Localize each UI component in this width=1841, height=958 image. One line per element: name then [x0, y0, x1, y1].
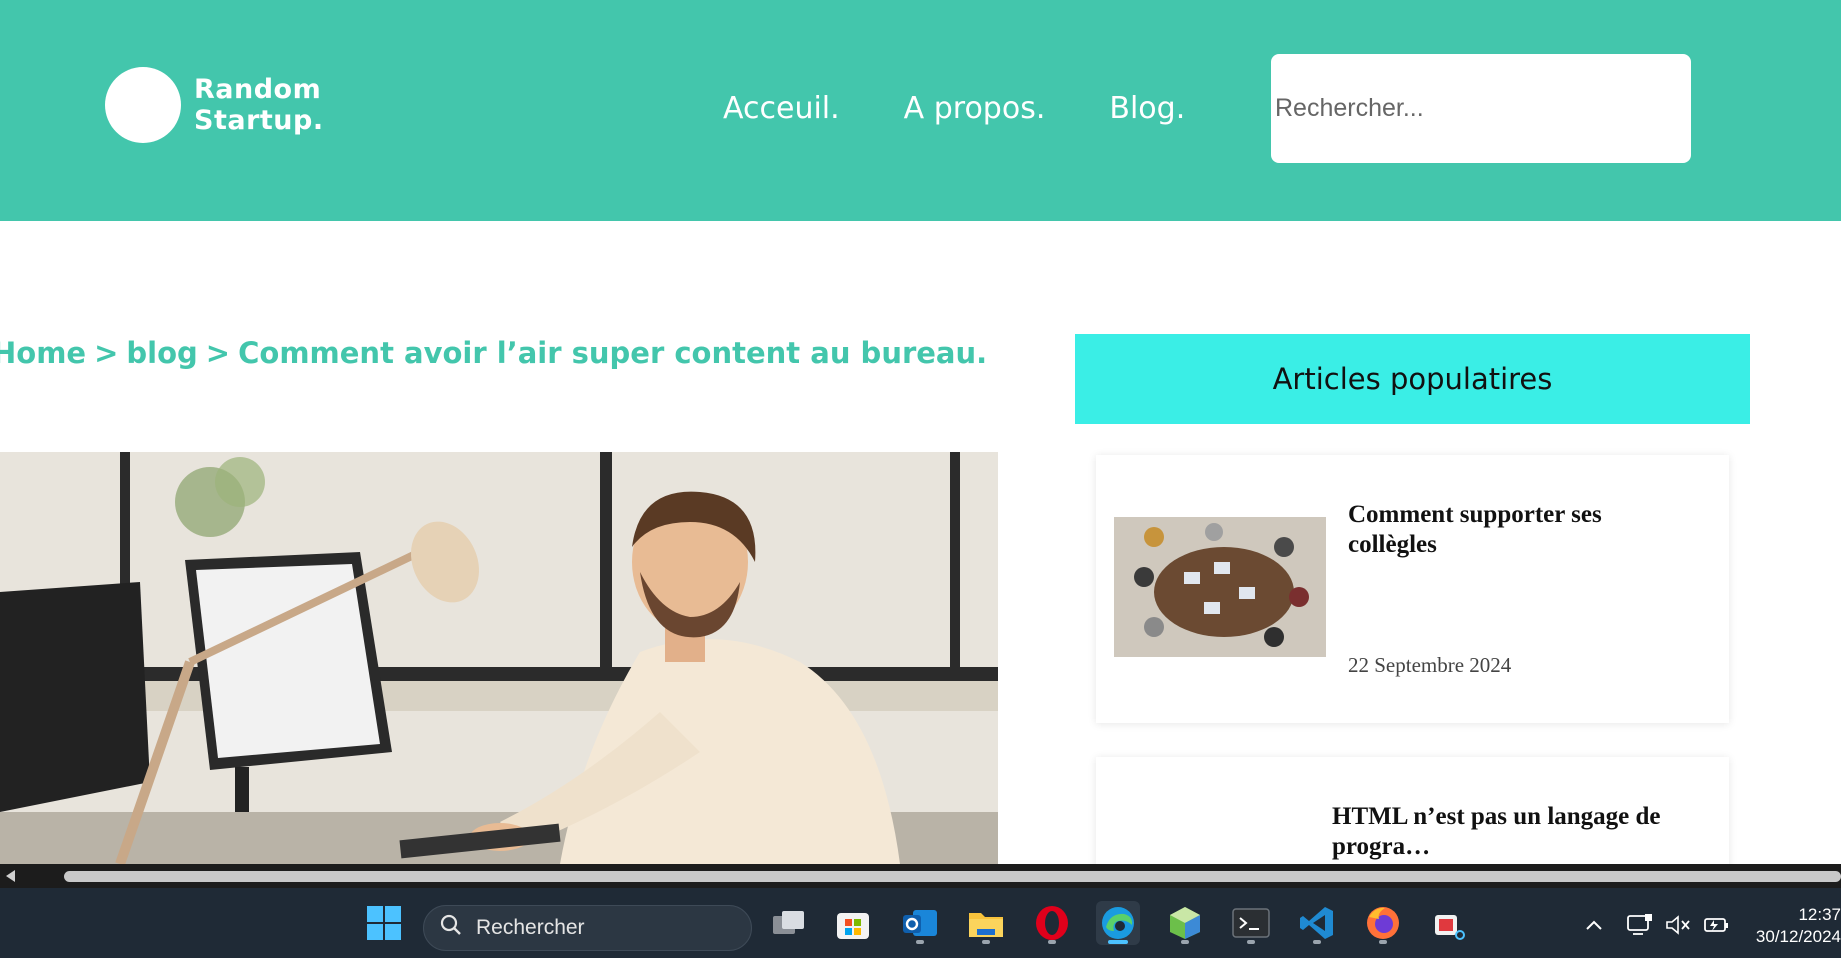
article-hero-image: [0, 452, 998, 864]
vscode-icon[interactable]: [1295, 901, 1339, 945]
show-hidden-icons-chevron-up-icon[interactable]: [1580, 910, 1608, 940]
breadcrumb-current-page: Comment avoir l’air super content au bur…: [238, 336, 988, 370]
outlook-icon[interactable]: [898, 901, 942, 945]
browser-page: Random Startup. Acceuil. A propos. Blog.…: [0, 0, 1841, 958]
search-input[interactable]: [1271, 54, 1691, 163]
running-indicator: [1379, 940, 1387, 944]
edge-icon[interactable]: [1096, 901, 1140, 945]
volume-muted-icon[interactable]: [1663, 910, 1693, 940]
breadcrumb-separator: >: [94, 336, 119, 370]
scroll-left-arrow-icon[interactable]: [6, 870, 15, 882]
search-icon: [440, 914, 462, 942]
running-indicator: [1247, 940, 1255, 944]
scrollbar-thumb[interactable]: [64, 871, 1841, 882]
breadcrumb-blog-link[interactable]: blog: [126, 336, 197, 370]
popular-articles-heading: Articles populatires: [1075, 334, 1750, 424]
nav-link-blog[interactable]: Blog.: [1109, 91, 1185, 126]
taskbar-search-label: Rechercher: [476, 916, 585, 939]
taskbar-search[interactable]: Rechercher: [423, 905, 752, 951]
breadcrumb-home-link[interactable]: Home: [0, 336, 86, 370]
logo-line-2: Startup.: [194, 105, 324, 136]
logo-text: Random Startup.: [194, 74, 324, 136]
windows-start-icon[interactable]: [362, 901, 406, 945]
battery-charging-icon[interactable]: [1700, 910, 1732, 940]
main-nav: Acceuil. A propos. Blog.: [723, 91, 1249, 126]
article-card[interactable]: Comment supporter ses collègles 22 Septe…: [1096, 455, 1729, 723]
running-indicator: [982, 940, 990, 944]
logo-circle-icon: [105, 67, 181, 143]
article-card-title[interactable]: HTML n’est pas un langage de progra…: [1332, 802, 1712, 862]
breadcrumb-separator: >: [205, 336, 231, 370]
box-app-icon[interactable]: [1163, 901, 1207, 945]
office-photo-illustration: [0, 452, 998, 864]
running-indicator: [1181, 940, 1189, 944]
network-icon[interactable]: [1625, 910, 1655, 940]
logo-line-1: Random: [194, 74, 322, 105]
running-indicator: [916, 940, 924, 944]
nav-link-home[interactable]: Acceuil.: [723, 91, 840, 126]
windows-taskbar: Rechercher 12:37 30/12/2024: [0, 888, 1841, 958]
article-thumbnail[interactable]: [1114, 517, 1326, 657]
nav-link-about[interactable]: A propos.: [904, 91, 1046, 126]
firefox-icon[interactable]: [1361, 901, 1405, 945]
article-card-date: 22 Septembre 2024: [1348, 653, 1512, 677]
snipping-tool-icon[interactable]: [1427, 901, 1471, 945]
breadcrumb: Home > blog > Comment avoir l’air super cont…: [0, 336, 987, 370]
site-header: Random Startup. Acceuil. A propos. Blog.: [0, 0, 1841, 221]
meeting-photo-illustration: [1114, 517, 1326, 657]
microsoft-store-icon[interactable]: [831, 901, 875, 945]
clock-time: 12:37: [1798, 905, 1841, 924]
running-indicator: [1313, 940, 1321, 944]
task-view-icon[interactable]: [767, 901, 811, 945]
opera-icon[interactable]: [1030, 901, 1074, 945]
running-indicator: [1048, 940, 1056, 944]
site-logo[interactable]: Random Startup.: [105, 67, 324, 143]
article-card-title[interactable]: Comment supporter ses collègles: [1348, 500, 1678, 560]
clock-date: 30/12/2024: [1755, 927, 1841, 946]
file-explorer-icon[interactable]: [964, 901, 1008, 945]
terminal-icon[interactable]: [1229, 901, 1273, 945]
horizontal-scrollbar[interactable]: [0, 864, 1841, 888]
system-clock[interactable]: 12:37 30/12/2024: [1756, 904, 1841, 948]
active-indicator: [1108, 940, 1128, 944]
